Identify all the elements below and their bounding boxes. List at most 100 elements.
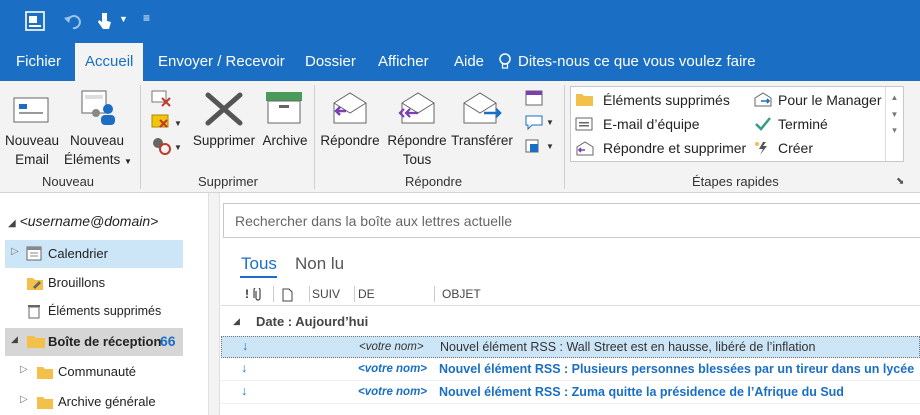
- forward-button[interactable]: Transférer: [450, 131, 514, 150]
- create-new-icon: [755, 142, 767, 155]
- reply-icon: [333, 92, 367, 124]
- scroll-up-icon[interactable]: ▲: [886, 93, 903, 102]
- message-subject: Nouvel élément RSS : Plusieurs personnes…: [439, 362, 915, 376]
- more-gallery-icon[interactable]: ▾: [886, 125, 903, 136]
- inbox-icon: [27, 336, 45, 348]
- tab-dossier[interactable]: Dossier: [305, 43, 356, 81]
- drafts-icon: [27, 278, 43, 290]
- message-subject: Nouvel élément RSS : Zuma quitte la prés…: [439, 385, 844, 399]
- folder-label: Calendrier: [48, 246, 108, 261]
- quick-step-team-email[interactable]: E-mail d’équipe: [603, 116, 700, 132]
- expand-icon[interactable]: ▷: [11, 246, 19, 257]
- undo-icon[interactable]: [63, 12, 83, 30]
- customize-toolbar-icon[interactable]: ≡: [143, 11, 150, 25]
- message-from: <votre nom>: [359, 341, 424, 353]
- svg-text:▼: ▼: [546, 142, 554, 151]
- tab-accueil[interactable]: Accueil: [75, 43, 143, 81]
- archive-button[interactable]: Archive: [260, 131, 310, 150]
- group-label-supprimer: Supprimer: [198, 174, 258, 189]
- folder-archive-generale[interactable]: Archive générale: [58, 394, 156, 409]
- delete-icon: [205, 92, 243, 126]
- group-header[interactable]: Date : Aujourd’hui: [256, 314, 368, 329]
- search-box[interactable]: Rechercher dans la boîte aux lettres act…: [223, 203, 920, 238]
- new-items-button[interactable]: Nouveau Éléments ▼: [64, 131, 132, 171]
- tab-fichier[interactable]: Fichier: [16, 43, 61, 81]
- check-icon: [755, 117, 771, 131]
- more-respond-icon[interactable]: ▼: [524, 137, 558, 155]
- new-items-label-1: Nouveau: [69, 133, 125, 148]
- expand-icon[interactable]: ▷: [20, 394, 28, 405]
- message-row[interactable]: ↓ <votre nom> Nouvel élément RSS : Zuma …: [221, 382, 920, 404]
- folder-icon: [576, 94, 593, 106]
- touch-mode-icon[interactable]: [95, 10, 113, 32]
- account-header[interactable]: ◢ <username@domain>: [8, 213, 158, 229]
- folder-elements-supprimes[interactable]: Éléments supprimés: [48, 304, 161, 318]
- junk-icon[interactable]: ▼: [150, 135, 184, 155]
- item-type-column-icon[interactable]: [281, 288, 293, 302]
- reply-all-button[interactable]: Répondre Tous: [384, 131, 450, 169]
- scroll-down-icon[interactable]: ▼: [886, 110, 903, 119]
- ribbon-separator: [314, 85, 315, 189]
- folder-communaute[interactable]: Communauté: [58, 364, 136, 379]
- search-placeholder: Rechercher dans la boîte aux lettres act…: [235, 213, 513, 229]
- tab-envoyer-recevoir[interactable]: Envoyer / Recevoir: [158, 43, 285, 81]
- outlook-app-icon[interactable]: [24, 10, 46, 32]
- quick-step-create-new[interactable]: Créer: [778, 140, 813, 156]
- folder-brouillons[interactable]: Brouillons: [48, 275, 105, 290]
- new-email-button[interactable]: Nouveau Email: [4, 131, 60, 169]
- quick-steps-gallery: Éléments supprimés E-mail d’équipe Répon…: [570, 86, 904, 162]
- new-email-icon: [13, 97, 49, 123]
- column-de[interactable]: DE: [358, 287, 375, 301]
- folder-label: Boîte de réception: [48, 334, 162, 349]
- clean-up-icon[interactable]: ▼: [150, 111, 184, 131]
- calendar-icon: [26, 246, 42, 261]
- to-manager-icon: [754, 92, 772, 107]
- gallery-scroll[interactable]: ▲ ▼ ▾: [885, 87, 903, 161]
- column-divider: [434, 286, 435, 302]
- filter-all[interactable]: Tous: [241, 254, 277, 274]
- pane-splitter[interactable]: [208, 193, 220, 415]
- ribbon-tabs: Fichier Accueil Envoyer / Recevoir Dossi…: [0, 43, 920, 81]
- message-row[interactable]: ↓ <votre nom> Nouvel élément RSS : Wall …: [221, 336, 920, 358]
- column-divider: [273, 286, 274, 302]
- dialog-launcher-icon[interactable]: ⬊: [896, 176, 904, 187]
- im-icon[interactable]: ▼: [524, 113, 558, 131]
- new-items-label-2: Éléments: [64, 152, 121, 167]
- filter-unread[interactable]: Non lu: [295, 254, 344, 274]
- attachment-column-icon[interactable]: [252, 288, 264, 302]
- quick-step-reply-delete[interactable]: Répondre et supprimer: [603, 140, 746, 156]
- ignore-icon[interactable]: [150, 88, 174, 108]
- quick-step-to-manager[interactable]: Pour le Manager: [778, 92, 882, 108]
- importance-column-icon[interactable]: !: [245, 287, 249, 301]
- collapse-icon: ◢: [8, 218, 16, 229]
- column-objet[interactable]: OBJET: [442, 287, 481, 301]
- group-collapse-icon[interactable]: ◢: [233, 316, 240, 327]
- message-row[interactable]: ↓ <votre nom> Nouvel élément RSS : Plusi…: [221, 359, 920, 381]
- reply-all-icon: [398, 92, 435, 124]
- tell-me-box[interactable]: Dites-nous ce que vous voulez faire: [518, 43, 756, 81]
- touch-mode-dropdown-icon[interactable]: ▼: [119, 14, 128, 24]
- message-list: Rechercher dans la boîte aux lettres act…: [221, 193, 920, 415]
- column-divider: [309, 286, 310, 302]
- quick-step-done[interactable]: Terminé: [778, 116, 828, 132]
- message-from: <votre nom>: [358, 363, 428, 375]
- tab-afficher[interactable]: Afficher: [378, 43, 429, 81]
- tab-aide[interactable]: Aide: [454, 43, 484, 81]
- expand-icon[interactable]: ▷: [20, 364, 28, 375]
- new-items-icon: [81, 90, 115, 125]
- column-divider: [354, 286, 355, 302]
- quick-step-deleted-items[interactable]: Éléments supprimés: [603, 92, 730, 108]
- collapse-icon[interactable]: ◢: [11, 334, 18, 345]
- svg-text:▼: ▼: [546, 118, 554, 127]
- column-suiv[interactable]: SUIV: [312, 287, 340, 301]
- reply-button[interactable]: Répondre: [318, 131, 382, 150]
- title-bar: ▼ ≡: [0, 0, 920, 43]
- delete-button[interactable]: Supprimer: [190, 131, 258, 150]
- unread-count-badge: 66: [160, 333, 176, 349]
- group-label-nouveau: Nouveau: [42, 174, 95, 189]
- trash-icon: [28, 305, 40, 319]
- group-label-repondre: Répondre: [405, 174, 463, 189]
- ribbon-separator: [140, 85, 141, 189]
- svg-text:▼: ▼: [174, 143, 182, 152]
- meeting-icon[interactable]: [524, 89, 546, 107]
